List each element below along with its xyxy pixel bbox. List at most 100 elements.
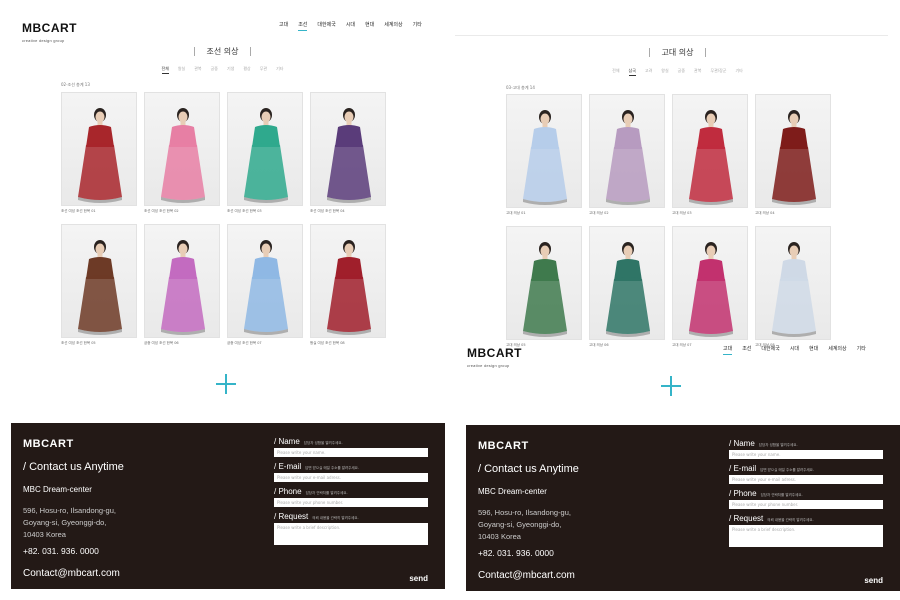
costume-card[interactable]: 조선 여성 조선 한복 01: [61, 92, 137, 224]
costume-caption: 궁중 여성 조선 한복 06: [144, 341, 179, 345]
nav-item[interactable]: 대한제국: [761, 345, 779, 355]
sub-tab[interactable]: 평상: [243, 66, 250, 74]
costume-photo[interactable]: [755, 94, 831, 208]
costume-photo[interactable]: [61, 92, 137, 206]
load-more-button[interactable]: [661, 376, 681, 396]
title-divider: [193, 47, 195, 56]
nav-item[interactable]: 조선: [742, 345, 751, 355]
sub-tab[interactable]: 고려: [645, 68, 652, 76]
costume-card[interactable]: 고대 의상 01: [506, 94, 582, 226]
nav-item[interactable]: 시대: [346, 21, 355, 31]
costume-card[interactable]: 왕실 여성 조선 한복 08: [310, 224, 386, 356]
email-field-group: / E-mail 답변 받으실 메일 주소를 알려주세요.: [729, 464, 884, 484]
name-input[interactable]: [274, 448, 428, 457]
costume-card[interactable]: 조선 여성 조선 한복 03: [227, 92, 303, 224]
send-button[interactable]: send: [864, 576, 883, 585]
costume-photo[interactable]: [672, 226, 748, 340]
sub-tab[interactable]: 무관: [260, 66, 267, 74]
nav-item[interactable]: 조선: [298, 21, 308, 31]
request-textarea[interactable]: [729, 525, 883, 547]
sub-tab[interactable]: 무관/장군: [710, 68, 726, 76]
nav-item[interactable]: 시대: [790, 345, 799, 355]
costume-card[interactable]: 고대 의상 07: [672, 226, 748, 358]
send-button[interactable]: send: [409, 574, 428, 583]
costume-card[interactable]: 고대 의상 06: [589, 226, 665, 358]
costume-figure-icon: [327, 108, 371, 203]
costume-card[interactable]: 고대 의상 02: [589, 94, 665, 226]
page-title: 고대 의상: [661, 48, 694, 57]
nav-item[interactable]: 현대: [365, 21, 374, 31]
nav-item[interactable]: 대한제국: [317, 21, 335, 31]
page-title: 조선 의상: [206, 47, 239, 56]
costume-photo[interactable]: [755, 226, 831, 340]
logo[interactable]: MBCART creative design group: [22, 19, 77, 43]
costume-photo[interactable]: [227, 224, 303, 338]
costume-card[interactable]: 고대 의상 03: [672, 94, 748, 226]
costume-card[interactable]: 궁중 여성 조선 한복 06: [144, 224, 220, 356]
sub-tab[interactable]: 기생: [227, 66, 234, 74]
costume-photo[interactable]: [310, 224, 386, 338]
costume-photo[interactable]: [672, 94, 748, 208]
company-email[interactable]: Contact@mbcart.com: [23, 568, 120, 579]
costume-card[interactable]: 조선 여성 조선 한복 02: [144, 92, 220, 224]
costume-figure-icon: [689, 242, 733, 337]
costume-photo[interactable]: [61, 224, 137, 338]
sub-tab[interactable]: 전체: [161, 66, 169, 74]
costume-photo[interactable]: [310, 92, 386, 206]
costume-card[interactable]: 조선 여성 조선 한복 05: [61, 224, 137, 356]
footer: MBCART / Contact us Anytime MBC Dream-ce…: [466, 425, 900, 591]
sub-tab[interactable]: 관복: [194, 66, 201, 74]
sub-tab[interactable]: 관복: [694, 68, 701, 76]
costume-card[interactable]: 고대 의상 05: [506, 226, 582, 358]
costume-caption: 조선 여성 조선 한복 03: [227, 209, 262, 213]
costume-photo[interactable]: [227, 92, 303, 206]
phone-hint: 담당자 연락처를 알려주세요.: [305, 491, 348, 495]
panel-ancient-costumes: 고대 의상 전체 삼국 고려 왕실 궁중 관복 무관/장군 기타 03-고대 총계 14 고대…: [455, 0, 900, 600]
email-input[interactable]: [274, 473, 428, 482]
request-hint: 의뢰 내용을 간략히 알려주세요.: [312, 516, 359, 520]
request-label: / Request: [274, 512, 309, 521]
costume-photo[interactable]: [506, 94, 582, 208]
costume-card[interactable]: 고대 의상 04: [755, 94, 831, 226]
sub-tab[interactable]: 전체: [612, 68, 619, 76]
costume-figure-icon: [772, 110, 816, 205]
sub-tab[interactable]: 기타: [276, 66, 283, 74]
nav-item[interactable]: 기타: [857, 345, 866, 355]
logo[interactable]: MBCART creative design group: [467, 344, 522, 368]
costume-photo[interactable]: [144, 92, 220, 206]
request-textarea[interactable]: [274, 523, 428, 545]
name-field-group: / Name 담당자 성함을 알려주세요.: [274, 437, 429, 457]
costume-card[interactable]: 고대 의상 08: [755, 226, 831, 358]
costume-card[interactable]: 조선 여성 조선 한복 04: [310, 92, 386, 224]
name-input[interactable]: [729, 450, 883, 459]
sub-tab[interactable]: 왕실: [661, 68, 668, 76]
title-divider: [648, 48, 650, 57]
phone-input[interactable]: [274, 498, 428, 507]
footer: MBCART / Contact us Anytime MBC Dream-ce…: [11, 423, 445, 589]
sub-tab[interactable]: 왕실: [178, 66, 185, 74]
costume-photo[interactable]: [144, 224, 220, 338]
costume-caption: 고대 의상 06: [589, 343, 609, 347]
costume-photo[interactable]: [589, 226, 665, 340]
sub-tab[interactable]: 삼국: [628, 68, 636, 76]
costume-photo[interactable]: [506, 226, 582, 340]
costume-gallery: 조선 여성 조선 한복 01 조선 여성 조선 한복 02 조선 여성 조선 한복 …: [61, 92, 386, 356]
company-address: 596, Hosu-ro, Ilsandong-gu, Goyang-si, G…: [478, 507, 571, 543]
email-input[interactable]: [729, 475, 883, 484]
phone-input[interactable]: [729, 500, 883, 509]
nav-item[interactable]: 세계의상: [384, 21, 402, 31]
costume-card[interactable]: 궁중 여성 조선 한복 07: [227, 224, 303, 356]
costume-photo[interactable]: [589, 94, 665, 208]
sub-tab[interactable]: 기타: [735, 68, 742, 76]
sub-tab[interactable]: 궁중: [211, 66, 218, 74]
nav-item[interactable]: 기타: [413, 21, 422, 31]
nav-item[interactable]: 세계의상: [828, 345, 846, 355]
nav-item[interactable]: 현대: [809, 345, 818, 355]
phone-field-group: / Phone 담당자 연락처를 알려주세요.: [274, 487, 429, 507]
costume-caption: 조선 여성 조선 한복 05: [61, 341, 96, 345]
nav-item[interactable]: 고대: [279, 21, 288, 31]
load-more-button[interactable]: [216, 374, 236, 394]
company-email[interactable]: Contact@mbcart.com: [478, 570, 575, 581]
nav-item[interactable]: 고대: [723, 345, 733, 355]
sub-tab[interactable]: 궁중: [678, 68, 685, 76]
